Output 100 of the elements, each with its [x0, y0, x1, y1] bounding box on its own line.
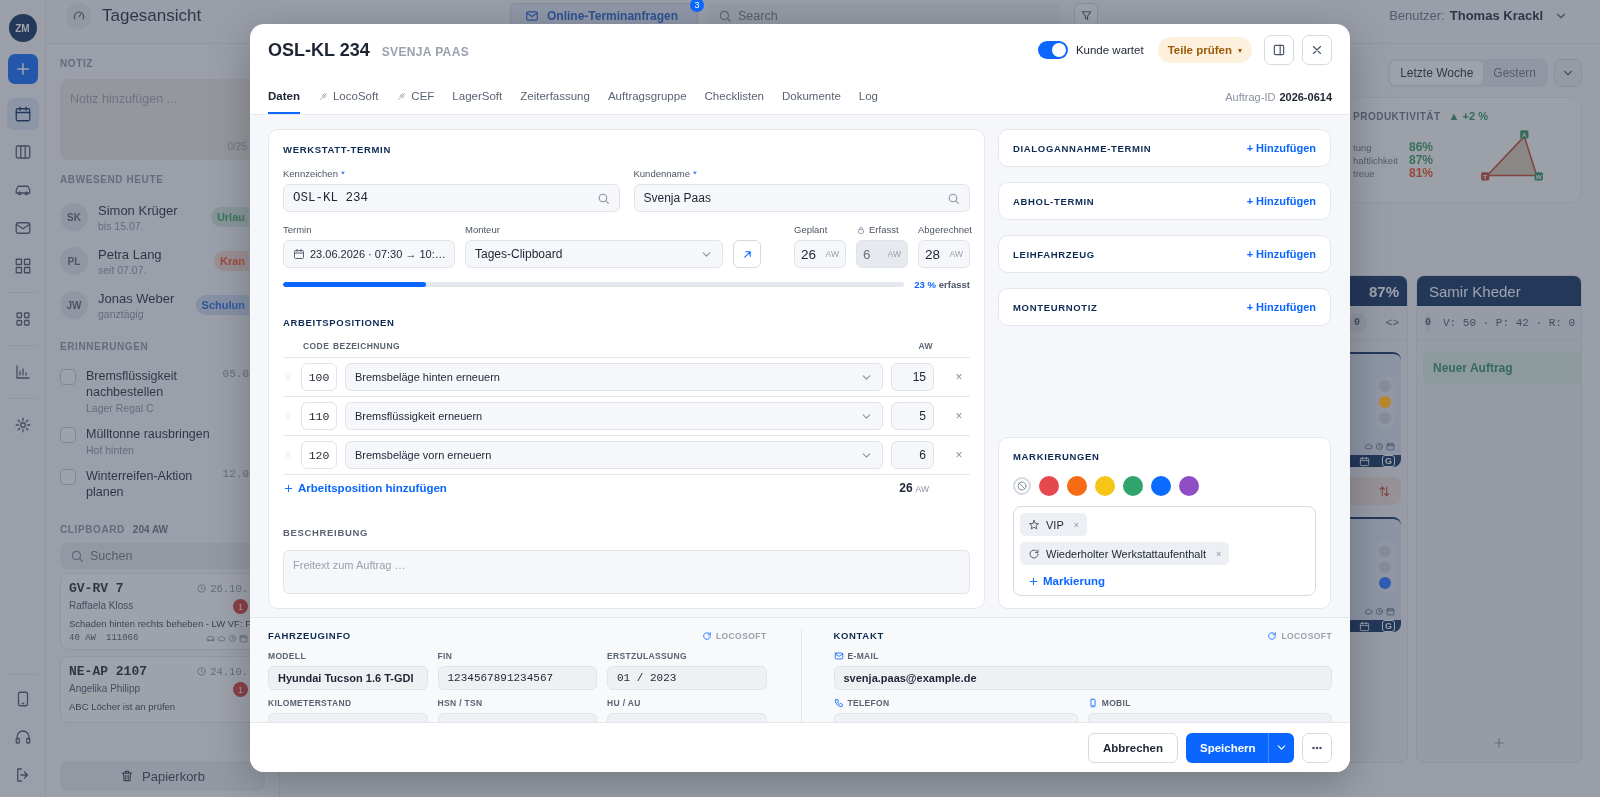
add-link[interactable]: + Hinzufügen [1246, 248, 1316, 260]
order-id-label: Auftrag-ID [1225, 91, 1276, 104]
description-dropdown[interactable]: Bremsbeläge vorn erneuern [345, 441, 883, 469]
parts-check-button[interactable]: Teile prüfen ▾ [1157, 37, 1252, 64]
tab[interactable]: Checklisten [704, 76, 764, 114]
tab[interactable]: LagerSoft [452, 76, 503, 114]
order-description: Schaden hinten rechts beheben - LW VF: F [69, 618, 248, 629]
field-label: E-MAIL [847, 651, 879, 661]
user-avatar[interactable]: ZM [8, 14, 37, 42]
aw-field[interactable]: 26 AW [794, 240, 846, 268]
tab[interactable]: Log [858, 76, 878, 114]
close-button[interactable] [1302, 35, 1332, 66]
remove-button[interactable]: × [948, 370, 970, 384]
description-dropdown[interactable]: Bremsflüssigkeit erneuern [345, 402, 883, 430]
user-name[interactable]: Thomas Krackl [1449, 8, 1543, 23]
code-field[interactable]: 110 [301, 402, 337, 430]
field-label: Kennzeichen [283, 168, 338, 179]
add-marking-link[interactable]: Markierung [1020, 571, 1113, 587]
calendar-icon [13, 105, 32, 123]
code-field[interactable]: 100 [301, 363, 337, 391]
dialog-title: OSL-KL 234 [268, 39, 370, 61]
color-swatch[interactable] [1039, 476, 1059, 496]
order-date: 24.10. [210, 665, 248, 678]
color-swatch[interactable] [1151, 476, 1171, 496]
aw-field[interactable]: 6 [891, 441, 934, 469]
aw-field[interactable]: 5 [891, 402, 934, 430]
aw-field[interactable]: 15 [891, 363, 934, 391]
tab[interactable]: Zeiterfassung [520, 76, 590, 114]
field-label: MODELL [268, 651, 306, 661]
aw-field[interactable]: 28 AW [918, 240, 970, 268]
status-badge: Kran [213, 251, 249, 271]
tag-chip: Wiederholter Werkstattaufenthalt × [1020, 542, 1230, 565]
avatar: JW [60, 291, 88, 319]
field-label: Geplant [794, 224, 828, 235]
add-link[interactable]: + Hinzufügen [1246, 142, 1316, 154]
column-header: CODE [302, 341, 331, 351]
drag-handle-icon [283, 372, 293, 382]
add-link[interactable]: + Hinzufügen [1246, 301, 1316, 313]
range-tab[interactable]: Letzte Woche [1390, 61, 1484, 85]
tab[interactable]: LocoSoft [317, 76, 379, 114]
input-field[interactable]: Hyundai Tucson 1.6 T-GDI [268, 666, 428, 690]
color-swatch[interactable] [1095, 476, 1115, 496]
filter-button[interactable] [1074, 3, 1098, 27]
tag-chip: VIP × [1020, 513, 1087, 536]
color-swatch[interactable] [1067, 476, 1087, 496]
required-mark: * [693, 168, 697, 179]
tab[interactable]: CEF [396, 76, 435, 114]
trash-button[interactable]: Papierkorb [60, 761, 265, 791]
drag-handle-icon [283, 450, 293, 460]
add-button[interactable] [7, 54, 38, 84]
field-label: FIN [437, 651, 453, 661]
plate-field[interactable]: OSL-KL 234 [283, 184, 620, 212]
metric-value: 81% [1409, 166, 1434, 180]
refresh-icon [1028, 547, 1040, 560]
save-options-button[interactable] [1268, 732, 1294, 763]
cancel-button[interactable]: Abbrechen [1087, 732, 1178, 763]
status-badge: Urlau [210, 207, 249, 227]
no-color-button[interactable] [1013, 477, 1031, 495]
color-swatch[interactable] [1179, 476, 1199, 496]
checkbox[interactable] [60, 427, 76, 443]
column-header: AW [917, 341, 934, 351]
remove-button[interactable]: × [948, 448, 970, 462]
lock-icon [856, 224, 866, 235]
tab[interactable]: Dokumente [782, 76, 841, 114]
search-icon [596, 191, 610, 205]
qr-code-icon [13, 257, 32, 275]
add-position-link[interactable]: Arbeitsposition hinzufügen [283, 482, 447, 494]
input-field[interactable]: 1234567891234567 [437, 666, 597, 690]
tag-field[interactable]: VIP × Wiederholter Werkstattaufenthalt × Markierung [1013, 506, 1316, 596]
date-field[interactable]: 23.06.2026 · 07:30 → 10:… [283, 240, 455, 268]
gauge-icon [66, 3, 92, 29]
count-badge: 1 [233, 682, 248, 697]
side-panel-button[interactable] [1264, 35, 1294, 66]
checkbox[interactable] [60, 369, 76, 385]
source-label: LOCOSOFT [715, 630, 767, 641]
nav-button[interactable] [6, 98, 39, 130]
customer-field[interactable]: Svenja Paas [633, 184, 970, 212]
input-field[interactable]: 01 / 2023 [607, 666, 767, 690]
mechanic-dropdown[interactable]: Tages-Clipboard [465, 240, 723, 268]
remove-button[interactable]: × [948, 409, 970, 423]
color-swatch[interactable] [1123, 476, 1143, 496]
description-field[interactable]: Freitext zum Auftrag … [283, 550, 970, 594]
source-label: LOCOSOFT [1281, 630, 1332, 641]
code-field[interactable]: 120 [301, 441, 337, 469]
column-header: Samir Kheder [1417, 276, 1581, 306]
toggle-switch[interactable] [1037, 41, 1068, 60]
checkbox[interactable] [60, 469, 76, 485]
metric-label: haftlichkeit [1353, 155, 1399, 166]
save-button[interactable]: Speichern [1186, 732, 1268, 763]
section-title: ABHOL-TERMIN [1013, 195, 1095, 207]
add-link[interactable]: + Hinzufügen [1246, 195, 1316, 207]
description-dropdown[interactable]: Bremsbeläge hinten erneuern [345, 363, 883, 391]
plate-number: GV-RV 7 [69, 581, 124, 596]
input-field[interactable]: svenja.paas@example.de [833, 666, 1332, 690]
field-label: Kundenname [633, 168, 691, 179]
open-button[interactable] [733, 240, 761, 268]
tab[interactable]: Auftragsgruppe [607, 76, 687, 114]
add-button[interactable] [1492, 736, 1506, 750]
metric-value: 87% [1409, 153, 1434, 167]
user-label: Benutzer: [1389, 8, 1445, 23]
